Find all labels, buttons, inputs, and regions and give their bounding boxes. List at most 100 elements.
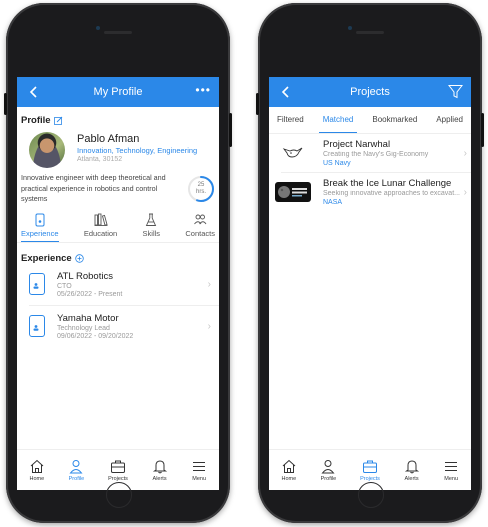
projects-screen: Projects Filtered Matched Bookmarked App… — [269, 77, 471, 490]
front-camera — [96, 26, 100, 30]
bell-icon — [152, 459, 167, 473]
bell-icon — [404, 459, 419, 473]
project-item[interactable]: Project Narwhal Creating the Navy's Gig-… — [269, 134, 471, 172]
narwhal-logo-icon — [275, 143, 311, 163]
flask-icon — [146, 213, 157, 226]
tab-filtered[interactable]: Filtered — [273, 107, 308, 133]
hours-progress-ring: 25 hrs. — [187, 175, 215, 203]
profile-section-header: Profile — [17, 115, 219, 126]
filter-icon[interactable] — [448, 84, 463, 99]
tab-contacts[interactable]: Contacts — [185, 213, 215, 242]
experience-item[interactable]: ATL Robotics CTO 05/26/2022 - Present › — [17, 264, 219, 305]
nav-label: Projects — [360, 475, 380, 482]
chevron-right-icon: › — [463, 147, 467, 159]
nav-label: Profile — [68, 475, 85, 482]
tab-label: Education — [83, 228, 118, 238]
edit-icon[interactable] — [53, 116, 63, 125]
nav-label: Profile — [320, 475, 337, 482]
project-title: Break the Ice Lunar Challenge — [323, 178, 452, 189]
bio-row: Innovative engineer with deep theoretica… — [17, 170, 219, 205]
nav-projects[interactable]: Projects — [360, 459, 380, 482]
tab-experience[interactable]: Experience — [21, 213, 59, 242]
home-icon — [30, 459, 44, 473]
home-button[interactable] — [106, 482, 132, 508]
nav-label: Alerts — [404, 475, 419, 482]
project-item[interactable]: Break the Ice Lunar Challenge Seeking in… — [269, 173, 471, 211]
nav-menu[interactable]: Menu — [443, 459, 459, 482]
nav-label: Projects — [108, 475, 128, 482]
chevron-right-icon: › — [207, 320, 211, 332]
chevron-right-icon: › — [463, 186, 467, 198]
phone-frame-left: My Profile ••• Profile Pablo Afman Innov… — [4, 3, 232, 523]
profile-section-title: Profile — [21, 115, 51, 126]
nav-label: Home — [281, 475, 297, 482]
profile-bio: Innovative engineer with deep theoretica… — [21, 173, 166, 203]
people-icon — [194, 214, 207, 224]
experience-section-title: Experience — [21, 252, 72, 264]
front-camera — [348, 26, 352, 30]
briefcase-icon — [111, 460, 125, 473]
hamburger-menu-icon — [193, 461, 206, 471]
experience-item[interactable]: Yamaha Motor Technology Lead 09/06/2022 … — [17, 306, 219, 347]
project-org: NASA — [323, 199, 343, 206]
project-title: Project Narwhal — [323, 139, 391, 150]
earpiece-speaker — [104, 31, 132, 34]
profile-tags: Innovation, Technology, Engineering — [77, 146, 198, 155]
home-icon — [282, 459, 296, 473]
hours-value: 25 — [197, 181, 205, 188]
more-options-icon[interactable]: ••• — [195, 83, 211, 97]
experience-section-header: Experience — [17, 253, 219, 264]
nav-menu[interactable]: Menu — [191, 459, 207, 482]
add-circle-icon[interactable] — [75, 253, 84, 263]
nav-alerts[interactable]: Alerts — [404, 459, 420, 482]
phone-frame-right: Projects Filtered Matched Bookmarked App… — [256, 3, 484, 523]
chevron-right-icon: › — [207, 278, 211, 290]
page-title: Projects — [350, 86, 390, 98]
profile-summary: Pablo Afman Innovation, Technology, Engi… — [17, 126, 219, 170]
profile-name: Pablo Afman — [77, 133, 140, 145]
briefcase-icon — [363, 460, 377, 473]
nav-profile[interactable]: Profile — [68, 459, 84, 482]
experience-dates: 09/06/2022 - 09/20/2022 — [57, 332, 134, 340]
library-icon — [94, 213, 108, 226]
experience-phone-icon — [29, 273, 45, 295]
tab-label: Skills — [142, 228, 161, 238]
tab-matched[interactable]: Matched — [318, 107, 358, 133]
project-subtitle: Seeking innovative approaches to excavat… — [323, 190, 460, 197]
profile-tabs: Experience Education Skills Contacts — [17, 205, 219, 243]
profile-location: Atlanta, 30152 — [77, 156, 123, 163]
nav-alerts[interactable]: Alerts — [152, 459, 168, 482]
person-badge-icon — [33, 325, 39, 331]
nav-home[interactable]: Home — [281, 459, 297, 482]
experience-dates: 05/26/2022 - Present — [57, 290, 123, 298]
profile-screen: My Profile ••• Profile Pablo Afman Innov… — [17, 77, 219, 490]
power-button — [481, 113, 484, 147]
profile-icon — [69, 459, 83, 473]
person-badge-icon — [33, 283, 39, 289]
narwhal-icon — [282, 147, 303, 158]
volume-button — [4, 93, 7, 115]
avatar — [29, 132, 65, 168]
phone-icon — [35, 213, 45, 226]
nav-home[interactable]: Home — [29, 459, 45, 482]
hamburger-menu-icon — [445, 461, 458, 471]
experience-role: CTO — [57, 282, 72, 290]
nav-label: Home — [29, 475, 45, 482]
tab-label: Experience — [21, 228, 59, 238]
tab-skills[interactable]: Skills — [142, 213, 161, 242]
tab-applied[interactable]: Applied — [432, 107, 467, 133]
profile-header: My Profile ••• — [17, 77, 219, 107]
volume-button — [256, 93, 259, 115]
tab-label: Contacts — [185, 228, 215, 238]
hours-unit: hrs. — [195, 188, 206, 195]
home-button[interactable] — [358, 482, 384, 508]
nav-label: Menu — [192, 475, 207, 482]
tab-education[interactable]: Education — [84, 213, 117, 242]
nav-profile[interactable]: Profile — [320, 459, 336, 482]
tab-bookmarked[interactable]: Bookmarked — [368, 107, 421, 133]
nav-label: Menu — [444, 475, 459, 482]
nav-projects[interactable]: Projects — [108, 459, 128, 482]
page-title: My Profile — [93, 86, 143, 98]
nav-label: Alerts — [152, 475, 167, 482]
experience-role: Technology Lead — [57, 324, 110, 332]
